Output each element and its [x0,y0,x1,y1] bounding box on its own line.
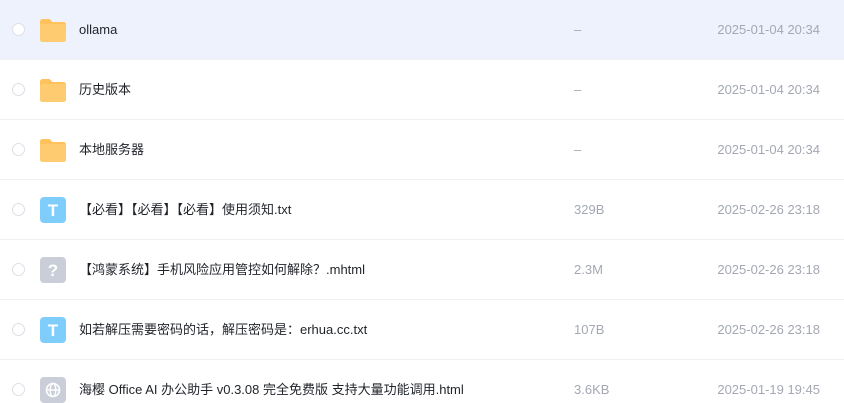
file-modified-date: 2025-01-04 20:34 [717,142,820,157]
file-name[interactable]: ollama [79,0,117,60]
row-checkbox[interactable] [12,383,25,396]
row-checkbox[interactable] [12,263,25,276]
web-file-icon [39,376,67,403]
file-name[interactable]: 历史版本 [79,60,131,120]
file-list: ollama – 2025-01-04 20:34 历史版本 – 2025-01… [0,0,844,403]
file-modified-date: 2025-01-04 20:34 [717,82,820,97]
file-size: – [574,82,582,97]
unknown-file-icon: ? [39,256,67,284]
row-checkbox[interactable] [12,23,25,36]
file-name[interactable]: 【鸿蒙系统】手机风险应用管控如何解除？.mhtml [79,240,365,300]
folder-icon [39,76,67,104]
file-row[interactable]: T 如若解压需要密码的话，解压密码是：erhua.cc.txt 107B 202… [0,300,844,360]
file-name[interactable]: 本地服务器 [79,120,144,180]
folder-icon [39,136,67,164]
file-type-letter: ? [48,261,58,280]
file-size: – [574,22,582,37]
file-size: 329B [574,202,605,217]
row-checkbox[interactable] [12,83,25,96]
file-row[interactable]: ? 【鸿蒙系统】手机风险应用管控如何解除？.mhtml 2.3M 2025-02… [0,240,844,300]
file-name[interactable]: 如若解压需要密码的话，解压密码是：erhua.cc.txt [79,300,367,360]
file-type-letter: T [48,201,59,220]
file-modified-date: 2025-01-04 20:34 [717,22,820,37]
file-size: 2.3M [574,262,603,277]
folder-icon [39,16,67,44]
file-modified-date: 2025-02-26 23:18 [717,322,820,337]
file-modified-date: 2025-02-26 23:18 [717,262,820,277]
file-name[interactable]: 【必看】【必看】【必看】使用须知.txt [79,180,291,240]
file-type-letter: T [48,321,59,340]
file-row[interactable]: ollama – 2025-01-04 20:34 [0,0,844,60]
file-size: – [574,142,582,157]
file-size: 107B [574,322,605,337]
file-row[interactable]: 历史版本 – 2025-01-04 20:34 [0,60,844,120]
row-checkbox[interactable] [12,323,25,336]
row-checkbox[interactable] [12,143,25,156]
file-size: 3.6KB [574,382,610,397]
file-row[interactable]: T 【必看】【必看】【必看】使用须知.txt 329B 2025-02-26 2… [0,180,844,240]
file-name[interactable]: 海樱 Office AI 办公助手 v0.3.08 完全免费版 支持大量功能调用… [79,360,464,403]
row-checkbox[interactable] [12,203,25,216]
text-file-icon: T [39,316,67,344]
text-file-icon: T [39,196,67,224]
file-row[interactable]: 海樱 Office AI 办公助手 v0.3.08 完全免费版 支持大量功能调用… [0,360,844,403]
file-modified-date: 2025-01-19 19:45 [717,382,820,397]
file-row[interactable]: 本地服务器 – 2025-01-04 20:34 [0,120,844,180]
file-modified-date: 2025-02-26 23:18 [717,202,820,217]
